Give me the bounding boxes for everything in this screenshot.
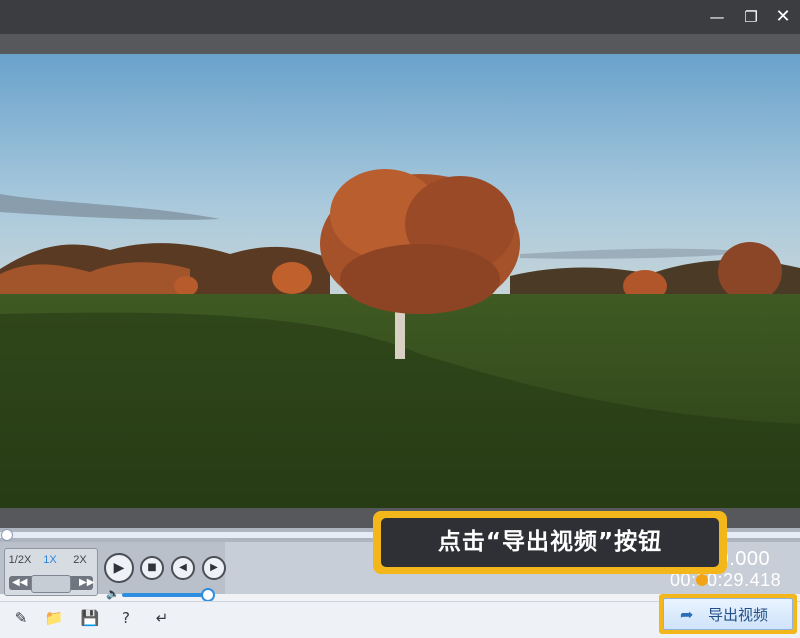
export-button-highlight: ➦ 导出视频	[659, 594, 797, 634]
folder-icon[interactable]: 📁	[44, 609, 64, 627]
volume-handle[interactable]	[201, 588, 215, 602]
save-icon[interactable]: 💾	[80, 609, 100, 627]
speed-half[interactable]: 1/2X	[5, 551, 35, 569]
preview-top-strip	[0, 34, 800, 54]
previous-frame-icon: ◀	[179, 562, 187, 573]
export-icon: ➦	[680, 605, 694, 624]
volume-icon[interactable]: 🔈	[106, 587, 120, 600]
speed-normal[interactable]: 1X	[37, 551, 63, 569]
help-icon[interactable]: ?	[116, 609, 136, 627]
stop-icon: ■	[147, 562, 157, 573]
seek-handle[interactable]	[1, 529, 13, 541]
instruction-callout: 点击“导出视频”按钮	[373, 511, 727, 574]
speed-double[interactable]: 2X	[65, 551, 95, 569]
speed-selector: 1/2X 1X 2X ◀◀ ▶▶	[4, 548, 98, 596]
title-bar	[0, 0, 800, 34]
minimize-icon[interactable]: —	[706, 7, 728, 27]
play-icon: ▶	[113, 560, 125, 576]
share-icon[interactable]: ↵	[152, 609, 172, 627]
next-frame-button[interactable]: ▶	[202, 556, 226, 580]
export-video-label: 导出视频	[708, 606, 769, 624]
stop-button[interactable]: ■	[140, 556, 164, 580]
restore-icon[interactable]: ❐	[740, 7, 762, 27]
speed-slider-thumb[interactable]	[31, 575, 71, 593]
pointer-marker	[696, 574, 708, 586]
volume-slider[interactable]	[122, 593, 208, 597]
next-frame-icon: ▶	[210, 562, 218, 573]
text-icon[interactable]: ✎	[11, 609, 31, 627]
close-icon[interactable]: ✕	[772, 7, 794, 27]
video-preview[interactable]	[0, 54, 800, 508]
callout-text: 点击“导出视频”按钮	[381, 518, 719, 567]
fast-forward-icon[interactable]: ▶▶	[79, 576, 94, 590]
video-frame	[0, 54, 800, 508]
play-button[interactable]: ▶	[104, 553, 134, 583]
previous-frame-button[interactable]: ◀	[171, 556, 195, 580]
export-video-button[interactable]: ➦ 导出视频	[663, 598, 793, 630]
rewind-icon[interactable]: ◀◀	[12, 576, 27, 590]
